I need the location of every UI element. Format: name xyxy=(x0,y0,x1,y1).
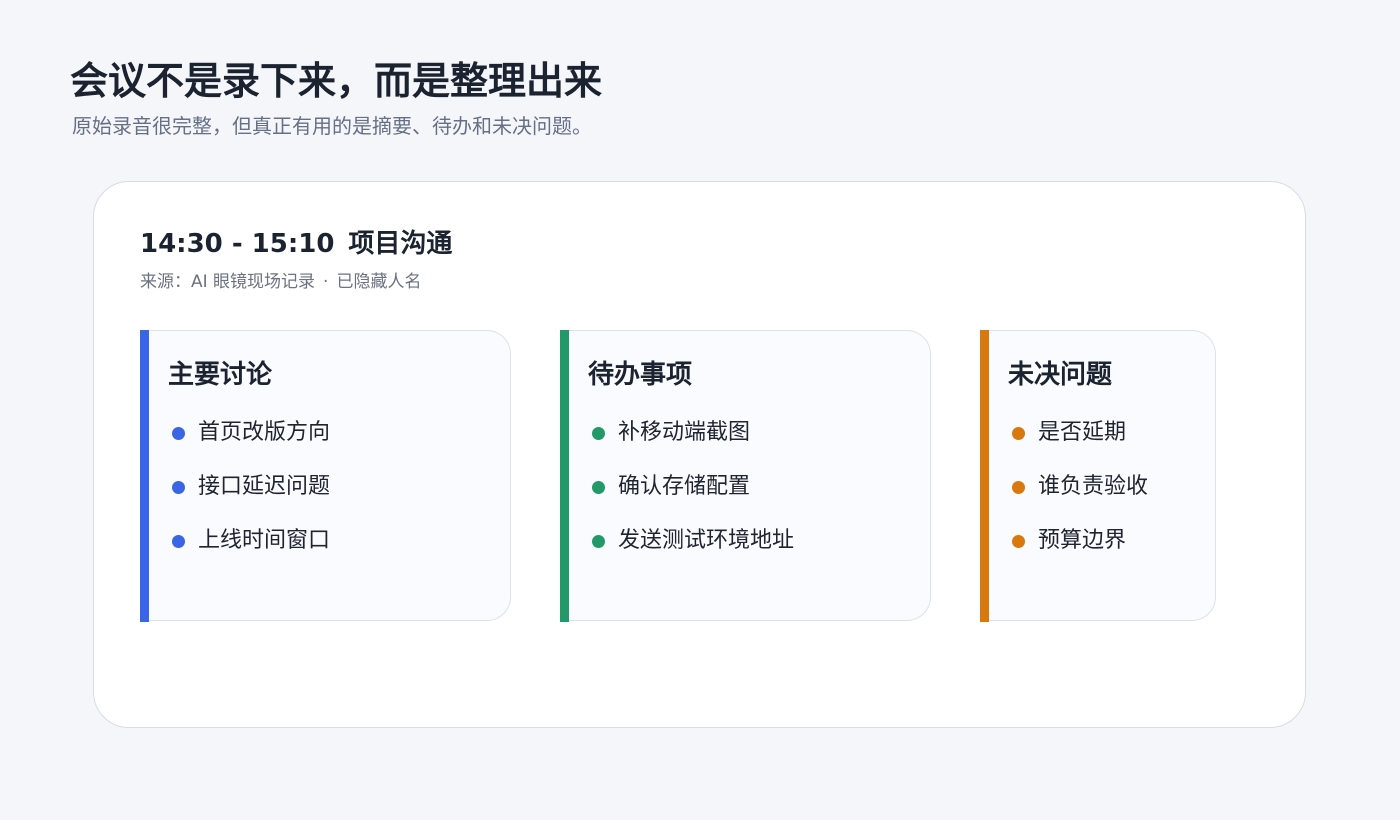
panel-list: 首页改版方向 接口延迟问题 上线时间窗口 xyxy=(170,415,330,577)
list-item: 预算边界 xyxy=(1010,523,1148,577)
panel-heading: 未决问题 xyxy=(1008,360,1113,390)
meeting-title: 14:30 - 15:10 项目沟通 xyxy=(140,226,452,262)
list-item: 发送测试环境地址 xyxy=(590,523,794,577)
bullet-dot-icon xyxy=(172,535,185,548)
list-item: 补移动端截图 xyxy=(590,415,794,469)
page-subtitle: 原始录音很完整，但真正有用的是摘要、待办和未决问题。 xyxy=(72,114,592,138)
bullet-dot-icon xyxy=(592,535,605,548)
panel-list: 补移动端截图 确认存储配置 发送测试环境地址 xyxy=(590,415,794,577)
meeting-privacy-note: 已隐藏人名 xyxy=(336,272,422,292)
panel-open-questions: 未决问题 是否延期 谁负责验收 预算边界 xyxy=(980,329,1216,622)
list-item-label: 接口延迟问题 xyxy=(198,474,331,499)
list-item: 接口延迟问题 xyxy=(170,469,330,523)
list-item-label: 谁负责验收 xyxy=(1038,474,1149,499)
list-item-label: 补移动端截图 xyxy=(618,420,751,445)
list-item-label: 发送测试环境地址 xyxy=(618,528,795,553)
meta-separator: · xyxy=(323,272,329,292)
panel-list: 是否延期 谁负责验收 预算边界 xyxy=(1010,415,1148,577)
panel-main-discussion: 主要讨论 首页改版方向 接口延迟问题 上线时间窗口 xyxy=(140,329,511,622)
bullet-dot-icon xyxy=(1012,535,1025,548)
page-title: 会议不是录下来，而是整理出来 xyxy=(70,59,603,103)
list-item-label: 上线时间窗口 xyxy=(198,528,331,553)
meeting-meta: 来源：AI 眼镜现场记录 · 已隐藏人名 xyxy=(140,270,421,294)
list-item: 首页改版方向 xyxy=(170,415,330,469)
list-item: 谁负责验收 xyxy=(1010,469,1148,523)
bullet-dot-icon xyxy=(592,481,605,494)
list-item-label: 是否延期 xyxy=(1038,420,1127,445)
meeting-summary-card: 14:30 - 15:10 项目沟通 来源：AI 眼镜现场记录 · 已隐藏人名 主要讨… xyxy=(93,181,1306,728)
panel-heading: 主要讨论 xyxy=(168,360,273,390)
panel-accent-bar xyxy=(560,329,569,622)
list-item: 上线时间窗口 xyxy=(170,523,330,577)
panel-heading: 待办事项 xyxy=(588,360,693,390)
panel-action-items: 待办事项 补移动端截图 确认存储配置 发送测试环境地址 xyxy=(560,329,931,622)
bullet-dot-icon xyxy=(1012,481,1025,494)
panel-accent-bar xyxy=(980,329,989,622)
bullet-dot-icon xyxy=(1012,427,1025,440)
meeting-name: 项目沟通 xyxy=(348,229,453,259)
list-item-label: 预算边界 xyxy=(1038,528,1127,553)
bullet-dot-icon xyxy=(172,427,185,440)
meeting-source: 来源：AI 眼镜现场记录 xyxy=(140,272,316,292)
bullet-dot-icon xyxy=(592,427,605,440)
panel-accent-bar xyxy=(140,329,149,622)
list-item-label: 确认存储配置 xyxy=(618,474,751,499)
bullet-dot-icon xyxy=(172,481,185,494)
list-item: 确认存储配置 xyxy=(590,469,794,523)
list-item: 是否延期 xyxy=(1010,415,1148,469)
list-item-label: 首页改版方向 xyxy=(198,420,331,445)
meeting-time: 14:30 - 15:10 xyxy=(140,229,335,259)
